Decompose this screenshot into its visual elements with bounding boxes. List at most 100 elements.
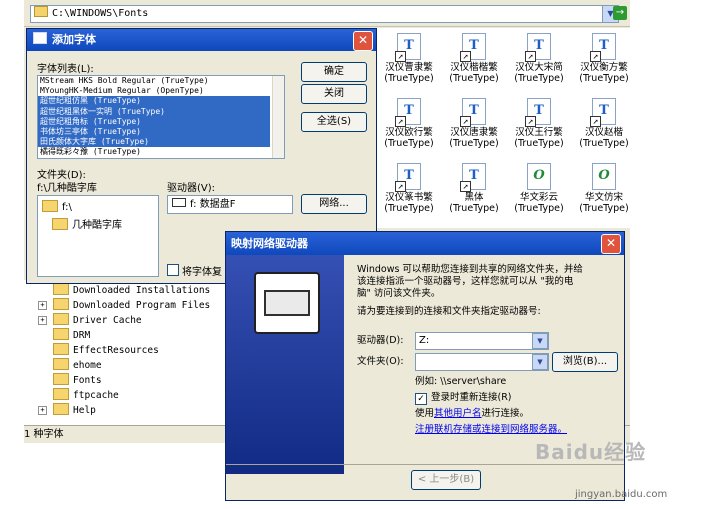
dialog-titlebar[interactable]: 添加字体 <box>27 29 376 51</box>
font-list-item[interactable]: MYoungHK-Medium Regular (OpenType) <box>38 86 270 96</box>
font-file-item[interactable]: T ↗ 黑体 (TrueType) <box>443 160 505 222</box>
font-list-item[interactable]: MStream HKS Bold Regular (TrueType) <box>38 76 270 86</box>
folder-input[interactable] <box>415 353 549 371</box>
close-button[interactable]: ✕ <box>601 234 621 254</box>
folder-icon <box>53 313 69 325</box>
font-file-type: (TrueType) <box>384 138 434 149</box>
font-list-item[interactable]: 田氏颜体大字库 (TrueType) <box>38 137 270 148</box>
other-user-link[interactable]: 其他用户名 <box>434 408 482 419</box>
font-file-type: (TrueType) <box>579 138 629 149</box>
font-file-item[interactable]: T ↗ 汉仪曹隶繁 (TrueType) <box>378 30 440 92</box>
font-file-icon: T ↗ <box>460 163 486 192</box>
tree-item[interactable]: + Driver Cache <box>38 313 142 328</box>
font-file-name: 华文仿宋 <box>584 192 623 203</box>
font-file-icon: T ↗ <box>460 33 486 62</box>
checkbox-box[interactable]: ✓ <box>415 393 427 405</box>
font-file-type: (TrueType) <box>514 138 564 149</box>
font-list-item[interactable]: 超世纪粗黑体一实明 (TrueType) <box>38 106 270 117</box>
font-file-item[interactable]: T ↗ 汉仪篆书繁 (TrueType) <box>378 160 440 222</box>
select-all-button[interactable]: 全选(S) <box>301 112 367 132</box>
checkbox-box[interactable] <box>167 264 179 276</box>
font-file-icon: O <box>527 163 551 190</box>
register-storage-link[interactable]: 注册联机存储或连接到网络服务器。 <box>415 424 567 436</box>
other-user-text: 使用其他用户名进行连接。 <box>415 408 530 419</box>
font-file-item[interactable]: T ↗ 汉仪衡方繁 (TrueType) <box>573 30 635 92</box>
tree-item[interactable]: ftpcache <box>38 388 119 403</box>
font-file-item[interactable]: T ↗ 汉仪唐隶繁 (TrueType) <box>443 95 505 157</box>
tree-item-label: ehome <box>73 360 102 371</box>
go-button[interactable]: → <box>613 6 627 20</box>
copy-fonts-checkbox[interactable]: 将字体复 <box>167 263 222 278</box>
tree-item-label: ftpcache <box>73 390 119 401</box>
expand-icon[interactable]: + <box>38 316 47 325</box>
folder-icon <box>53 343 69 355</box>
font-file-item[interactable]: T ↗ 汉仪楷楷繁 (TrueType) <box>443 30 505 92</box>
address-input[interactable]: C:\WINDOWS\Fonts <box>30 5 604 23</box>
network-button[interactable]: 网络... <box>301 194 367 214</box>
network-drive-illustration <box>226 255 344 474</box>
font-file-name: 汉仪篆书繁 <box>385 192 433 203</box>
font-list-item[interactable]: 橘得既彩々豫 (TrueType) <box>38 147 270 157</box>
dialog-titlebar[interactable]: 映射网络驱动器 <box>226 232 624 255</box>
tree-item[interactable]: Downloaded Installations <box>38 283 210 298</box>
shortcut-arrow-icon: ↗ <box>460 51 471 62</box>
browse-button[interactable]: 浏览(B)... <box>552 352 618 372</box>
drive-select[interactable]: f: 数据盘F <box>167 195 293 214</box>
drive-label: 驱动器(V): <box>167 183 216 194</box>
font-file-type: (TrueType) <box>514 203 564 214</box>
shortcut-arrow-icon: ↗ <box>525 51 536 62</box>
font-file-icon: T ↗ <box>525 33 551 62</box>
shortcut-arrow-icon: ↗ <box>525 116 536 127</box>
font-list-item[interactable]: 超世纪粗角标 (TrueType) <box>38 116 270 127</box>
folder-list[interactable]: f:\ 几种酷字库 <box>37 195 159 277</box>
dialog-title: 添加字体 <box>52 33 96 46</box>
tree-item-label: Fonts <box>73 375 102 386</box>
font-file-name: 汉仪曹隶繁 <box>385 62 433 73</box>
instruction-text: 请为要连接到的连接和文件夹指定驱动器号: <box>357 306 541 317</box>
folder-item[interactable]: 几种酷字库 <box>52 216 122 231</box>
tree-item[interactable]: + Help <box>38 403 96 418</box>
tree-item[interactable]: DRM <box>38 328 90 343</box>
drive-select[interactable]: Z: <box>415 332 549 350</box>
font-file-name: 汉仪衡方繁 <box>580 62 628 73</box>
scrollbar[interactable] <box>272 76 284 158</box>
font-file-item[interactable]: O 华文彩云 (TrueType) <box>508 160 570 222</box>
font-file-item[interactable]: T ↗ 汉仪大宋简 (TrueType) <box>508 30 570 92</box>
reconnect-checkbox[interactable]: ✓ 登录时重新连接(R) <box>415 392 512 405</box>
intro-line-1: Windows 可以帮助您连接到共享的网络文件夹，并给 <box>357 264 583 275</box>
font-file-icon: O <box>592 163 616 190</box>
tree-item[interactable]: EffectResources <box>38 343 159 358</box>
tree-item[interactable]: Fonts <box>38 373 102 388</box>
font-file-icon: T ↗ <box>590 33 616 62</box>
font-file-name: 汉仪楷楷繁 <box>450 62 498 73</box>
font-file-item[interactable]: T ↗ 汉仪王行繁 (TrueType) <box>508 95 570 157</box>
tree-item-label: Downloaded Installations <box>73 285 211 296</box>
font-file-item[interactable]: T ↗ 汉仪赵楷 (TrueType) <box>573 95 635 157</box>
font-file-icon: T ↗ <box>395 98 421 127</box>
drive-slot <box>264 290 310 316</box>
font-file-item[interactable]: O 华文仿宋 (TrueType) <box>573 160 635 222</box>
font-file-icon: T ↗ <box>590 98 616 127</box>
font-file-icon: T ↗ <box>525 98 551 127</box>
shortcut-arrow-icon: ↗ <box>590 51 601 62</box>
baidu-watermark-url: jingyan.baidu.com <box>575 489 668 500</box>
tree-item[interactable]: ehome <box>38 358 102 373</box>
drive-icon <box>172 198 186 207</box>
font-list-item[interactable]: 超世纪粗仿黑 (TrueType) <box>38 96 270 107</box>
close-button[interactable]: ✕ <box>353 31 373 51</box>
folder-item[interactable]: f:\ <box>42 200 72 213</box>
chevron-down-icon[interactable]: ▼ <box>532 333 548 349</box>
expand-icon[interactable]: + <box>38 301 47 310</box>
font-list-item[interactable]: 书体坊三亭体 (TrueType) <box>38 126 270 138</box>
font-file-name: 华文彩云 <box>519 192 558 203</box>
font-file-type: (TrueType) <box>449 138 499 149</box>
dialog-title: 映射网络驱动器 <box>231 237 308 250</box>
close-dialog-button[interactable]: 关闭 <box>301 84 367 104</box>
chevron-down-icon[interactable]: ▼ <box>532 354 548 370</box>
back-button[interactable]: < 上一步(B) <box>411 470 481 490</box>
tree-item[interactable]: + Downloaded Program Files <box>38 298 210 313</box>
expand-icon[interactable]: + <box>38 406 47 415</box>
font-list[interactable]: MStream HKS Bold Regular (TrueType) MYoun… <box>37 75 285 159</box>
ok-button[interactable]: 确定 <box>301 62 367 82</box>
font-file-item[interactable]: T ↗ 汉仪欧行繁 (TrueType) <box>378 95 440 157</box>
